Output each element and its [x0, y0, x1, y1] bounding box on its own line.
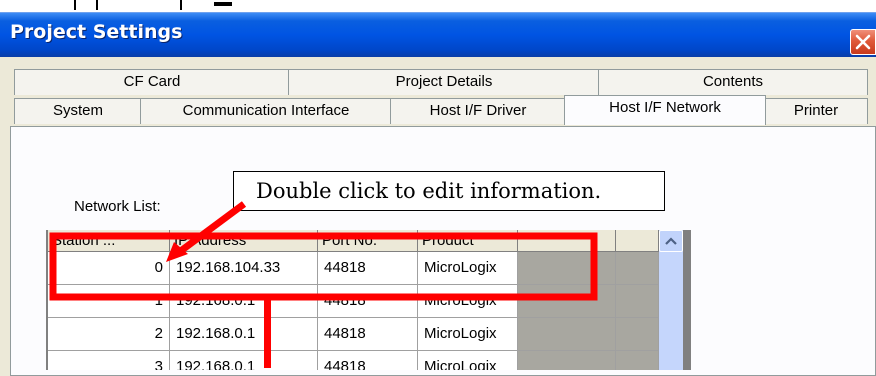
- cell-ip[interactable]: 192.168.0.1: [170, 285, 318, 318]
- cell-port[interactable]: 44818: [318, 285, 418, 318]
- cell-product[interactable]: MicroLogix: [418, 285, 518, 318]
- network-list-grid[interactable]: Station ... IP Address Port No. Product …: [46, 230, 691, 370]
- background-tick: [96, 0, 98, 10]
- tab-communication-interface[interactable]: Communication Interface: [140, 98, 392, 124]
- chevron-up-icon: [665, 237, 677, 245]
- column-header-empty[interactable]: [518, 230, 616, 252]
- background-tick: [74, 0, 76, 10]
- cell-ip[interactable]: 192.168.104.33: [170, 252, 318, 285]
- annotation-callout: Double click to edit information.: [233, 171, 665, 211]
- cell-station[interactable]: 0: [48, 252, 170, 285]
- cell-port[interactable]: 44818: [318, 318, 418, 351]
- tab-cf-card[interactable]: CF Card: [14, 69, 290, 95]
- column-header-empty[interactable]: [616, 230, 659, 252]
- tab-host-if-network[interactable]: Host I/F Network: [564, 95, 766, 125]
- tab-printer[interactable]: Printer: [764, 98, 868, 124]
- cell-disabled: [616, 252, 659, 285]
- cell-station[interactable]: 3: [48, 351, 170, 370]
- tab-host-if-driver[interactable]: Host I/F Driver: [390, 98, 566, 124]
- cell-port[interactable]: 44818: [318, 351, 418, 370]
- cell-product[interactable]: MicroLogix: [418, 351, 518, 370]
- network-list-label: Network List:: [74, 198, 161, 215]
- column-header-station[interactable]: Station ...: [48, 230, 170, 252]
- title-bar[interactable]: Project Settings: [0, 12, 876, 57]
- cell-disabled: [616, 285, 659, 318]
- cell-disabled: [518, 351, 616, 370]
- tab-contents[interactable]: Contents: [598, 69, 868, 95]
- background-window-strip: [0, 0, 876, 12]
- cell-product[interactable]: MicroLogix: [418, 252, 518, 285]
- cell-disabled: [518, 252, 616, 285]
- column-header-port[interactable]: Port No.: [318, 230, 418, 252]
- cell-station[interactable]: 1: [48, 285, 170, 318]
- column-header-product[interactable]: Product: [418, 230, 518, 252]
- background-tick: [180, 0, 182, 10]
- cell-ip[interactable]: 192.168.0.1: [170, 318, 318, 351]
- tab-system[interactable]: System: [14, 98, 142, 124]
- cell-port[interactable]: 44818: [318, 252, 418, 285]
- cell-product[interactable]: MicroLogix: [418, 318, 518, 351]
- close-button[interactable]: [850, 29, 876, 55]
- cell-disabled: [616, 318, 659, 351]
- scroll-up-button[interactable]: [659, 230, 683, 252]
- tab-project-details[interactable]: Project Details: [288, 69, 600, 95]
- cell-station[interactable]: 2: [48, 318, 170, 351]
- close-icon: [855, 34, 871, 50]
- cell-disabled: [518, 318, 616, 351]
- column-header-ip-address[interactable]: IP Address: [170, 230, 318, 252]
- cell-ip[interactable]: 192.168.0.1: [170, 351, 318, 370]
- background-tick: [214, 2, 232, 6]
- window-title: Project Settings: [10, 21, 183, 43]
- cell-disabled: [616, 351, 659, 370]
- cell-disabled: [518, 285, 616, 318]
